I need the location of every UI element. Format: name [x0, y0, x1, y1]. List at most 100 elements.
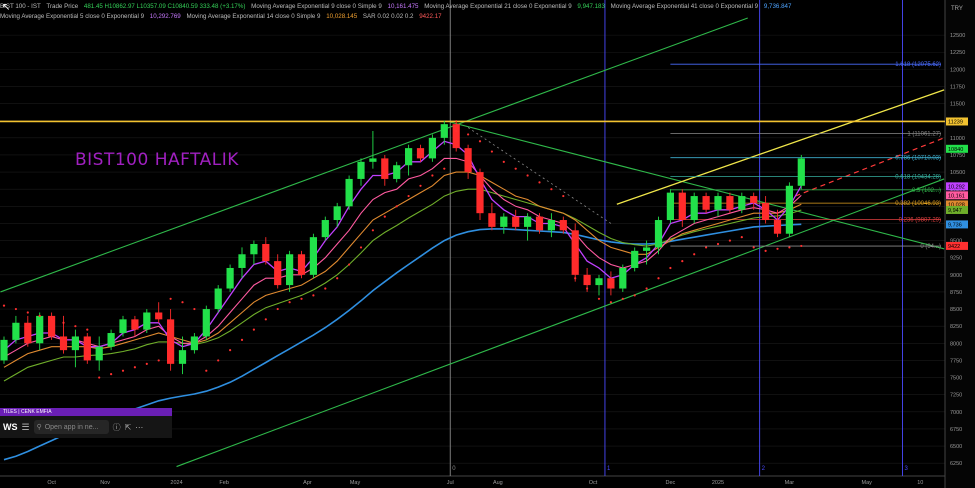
- candle-body: [381, 158, 389, 179]
- ma14-label[interactable]: Moving Average Exponential 14 close 0 Si…: [186, 13, 320, 20]
- sar-dot: [300, 297, 303, 300]
- y-tick-label: 7000: [950, 410, 962, 416]
- candle-body: [202, 309, 210, 337]
- candle-body: [226, 267, 234, 289]
- price-tag-label: 11239: [948, 119, 963, 125]
- candle: [619, 264, 627, 292]
- ma9-label[interactable]: Moving Average Exponential 9 close 0 Sim…: [251, 3, 382, 10]
- candle-body: [535, 216, 544, 231]
- candle-body: [309, 237, 317, 275]
- candle-body: [595, 278, 603, 286]
- candle-body: [547, 220, 555, 231]
- candle-body: [452, 124, 460, 149]
- y-tick-label: 11750: [950, 84, 965, 90]
- ma21-label[interactable]: Moving Average Exponential 21 close 0 Ex…: [424, 3, 571, 10]
- sar-dot: [597, 297, 601, 300]
- sar-dot: [478, 140, 482, 143]
- candle: [452, 120, 460, 152]
- sar-dot: [764, 249, 767, 252]
- ma9-value: 10,161.475: [387, 3, 419, 10]
- sar-dot: [467, 133, 470, 136]
- sar-dot: [359, 246, 363, 249]
- candle-body: [357, 161, 365, 179]
- sar-dot: [657, 277, 660, 280]
- candle-body: [107, 333, 115, 347]
- candle-body: [369, 158, 377, 162]
- sar-dot: [312, 294, 315, 297]
- currency-label: TRY: [951, 6, 963, 12]
- y-tick-label: 8500: [950, 307, 962, 313]
- sar-dot: [705, 246, 708, 249]
- y-tick-label: 6250: [950, 461, 962, 467]
- candle-body: [0, 339, 8, 361]
- candle-body: [500, 216, 508, 227]
- sar-dot: [419, 184, 422, 187]
- candle-body: [321, 220, 329, 238]
- candle-body: [488, 213, 496, 227]
- help-icon[interactable]: ⓘ: [113, 422, 121, 433]
- chart-legend: BIST 100 - IST Trade Price 481.45 H10862…: [0, 2, 945, 22]
- y-tick-label: 6750: [950, 427, 962, 433]
- candle-body: [12, 322, 20, 340]
- y-tick-label: 7750: [950, 358, 962, 364]
- ma41-label[interactable]: Moving Average Exponential 41 close 0 Ex…: [611, 3, 758, 10]
- candle: [226, 264, 234, 292]
- candle-body: [250, 244, 258, 255]
- more-options-icon[interactable]: ⋯: [135, 423, 143, 432]
- price-tag-label: 9,947: [948, 208, 962, 214]
- fib-level-label: 0 (94...): [920, 244, 941, 250]
- candle-body: [393, 165, 401, 179]
- sar-dot: [50, 318, 53, 321]
- x-tick-label: Jul: [447, 480, 454, 486]
- sar-dot: [193, 307, 196, 311]
- candle-body: [167, 319, 175, 364]
- sar-dot: [645, 287, 648, 290]
- candle: [785, 182, 793, 238]
- price-tag-label: 10,161: [948, 193, 965, 199]
- export-icon[interactable]: ⇱: [125, 423, 132, 432]
- workspace-label[interactable]: WS: [0, 422, 18, 432]
- sar-dot: [788, 246, 791, 249]
- candle: [0, 336, 8, 364]
- hamburger-menu-icon[interactable]: ☰: [22, 422, 30, 433]
- open-app-search[interactable]: ⚲ Open app in ne...: [33, 420, 109, 434]
- candle-body: [95, 346, 103, 361]
- sar-dot: [157, 359, 160, 362]
- sar-label[interactable]: SAR 0.02 0.02 0.2: [363, 13, 414, 20]
- y-tick-label: 6500: [950, 444, 962, 450]
- candle-body: [702, 196, 710, 210]
- sar-dot: [550, 188, 553, 191]
- x-tick-label: Apr: [303, 480, 312, 486]
- ma5-label[interactable]: Moving Average Exponential 5 close 0 Exp…: [0, 13, 144, 20]
- y-tick-label: 10500: [950, 170, 965, 176]
- candle-body: [726, 196, 734, 210]
- candle: [202, 305, 210, 340]
- candle-body: [619, 267, 627, 289]
- ma5-value: 10,292.769: [149, 13, 181, 20]
- sar-dot: [169, 297, 172, 300]
- sar-dot: [110, 373, 113, 376]
- fib-level-label: 0.786 (10710.03): [895, 156, 941, 162]
- candle: [428, 134, 436, 162]
- sar-dot: [562, 194, 565, 198]
- candle-body: [286, 254, 294, 286]
- candle-body: [678, 192, 686, 221]
- y-tick-label: 10750: [950, 153, 965, 159]
- candle: [797, 154, 805, 190]
- x-tick-label: Oct: [589, 480, 598, 486]
- sar-dot: [431, 174, 434, 177]
- sar-dot: [62, 321, 65, 324]
- candle-body: [583, 274, 591, 286]
- sar-dot: [14, 307, 17, 311]
- ma41-value: 9,736.847: [763, 3, 792, 10]
- search-icon: ⚲: [36, 424, 42, 431]
- candle: [297, 250, 306, 279]
- candle-body: [214, 288, 222, 310]
- price-tag-label: 10840: [948, 147, 963, 153]
- sar-dot: [526, 174, 529, 177]
- sar-dot: [371, 229, 374, 232]
- sar-dot: [514, 167, 517, 170]
- sar-dot: [145, 362, 148, 365]
- x-tick-label: May: [862, 480, 873, 486]
- candle: [48, 312, 56, 340]
